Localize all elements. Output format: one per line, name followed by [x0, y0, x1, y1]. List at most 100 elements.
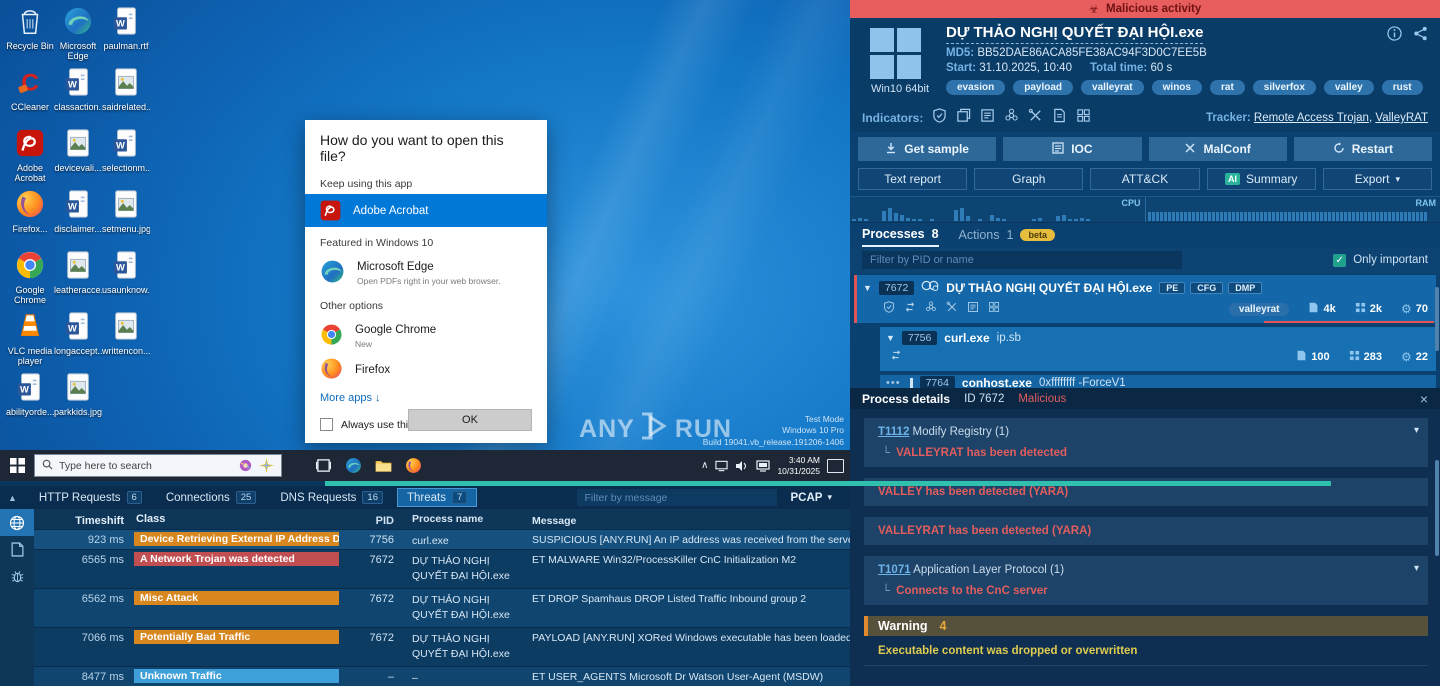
globe-icon[interactable] [0, 509, 34, 536]
technique-link[interactable]: T1071 [878, 564, 911, 576]
desktop-icon-disclaimer[interactable]: Wdisclaimer... [54, 187, 102, 248]
pcap-button[interactable]: PCAP▾ [781, 492, 842, 504]
desktop-icon-ccleaner[interactable]: CCCleaner [6, 65, 54, 126]
app-option-firefox[interactable]: Firefox [305, 353, 547, 384]
table-row[interactable]: 6565 msA Network Trojan was detected7672… [34, 549, 850, 588]
events-counter[interactable]: ⚙22 [1401, 350, 1428, 364]
tools-icon[interactable] [946, 300, 958, 318]
files-counter[interactable]: 100 [1296, 350, 1329, 364]
process-tag-valleyrat[interactable]: valleyrat [1229, 303, 1290, 316]
expand-caret-icon[interactable]: ▾ [1414, 563, 1419, 574]
tag-payload[interactable]: payload [1013, 80, 1073, 95]
tracker-link-valleyrat[interactable]: ValleyRAT [1375, 112, 1428, 124]
events-counter[interactable]: ⚙70 [1401, 302, 1428, 316]
tag-valleyrat[interactable]: valleyrat [1081, 80, 1144, 95]
info-icon[interactable] [1387, 26, 1402, 46]
malconf-button[interactable]: MalConf [1149, 137, 1287, 161]
text-report-button[interactable]: Text report [858, 168, 967, 190]
report-icon[interactable] [980, 108, 995, 128]
ioc-button[interactable]: IOC [1003, 137, 1141, 161]
md5-value[interactable]: BB52DAE86ACA85FE38AC94F3D0C7EE5B [977, 47, 1207, 59]
details-scrollbar[interactable] [1435, 460, 1439, 556]
tab-dns-requests[interactable]: DNS Requests16 [270, 488, 393, 507]
desktop-icon-devicevali[interactable]: devicevali... [54, 126, 102, 187]
biohazard-icon[interactable] [925, 300, 937, 318]
tray-expand-icon[interactable]: ∧ [701, 460, 708, 471]
desktop-icon-adobe-acrobat[interactable]: Adobe Acrobat [6, 126, 54, 187]
summary-button[interactable]: AISummary [1207, 168, 1316, 190]
tag-evasion[interactable]: evasion [946, 80, 1005, 95]
collapse-caret-icon[interactable]: ▼ [886, 333, 895, 343]
more-apps-link[interactable]: More apps ↓ [305, 384, 547, 408]
grid-icon[interactable] [1076, 108, 1091, 128]
tray-network-icon[interactable] [756, 460, 770, 472]
tray-speaker-icon[interactable] [735, 460, 749, 472]
tag-winos[interactable]: winos [1152, 80, 1202, 95]
action-center-button[interactable] [827, 459, 844, 473]
process-row-7756[interactable]: ▼ 7756 curl.exe ip.sb 100283⚙22 [880, 327, 1436, 371]
desktop-icon-leatheracce[interactable]: leatheracce... [54, 248, 102, 309]
taskbar-edge-button[interactable] [338, 450, 368, 481]
checkbox-checked-icon[interactable]: ✓ [1333, 254, 1346, 267]
taskbar-firefox-button[interactable] [398, 450, 428, 481]
desktop-icon-usaunknow[interactable]: Wusaunknow... [102, 248, 150, 309]
technique-t1071[interactable]: T1071 Application Layer Protocol (1)▾└Co… [864, 556, 1428, 605]
table-row[interactable]: 8477 msUnknown Traffic––ET USER_AGENTS M… [34, 666, 850, 686]
task-view-button[interactable] [308, 450, 338, 481]
only-important-toggle[interactable]: ✓ Only important [1333, 254, 1428, 267]
desktop-icon-saidrelated[interactable]: saidrelated... [102, 65, 150, 126]
detection-item[interactable]: VALLEYRAT has been detected (YARA) [864, 517, 1428, 545]
desktop-icon-parkkids-jpg[interactable]: parkkids.jpg [54, 370, 102, 431]
close-icon[interactable]: × [1420, 391, 1428, 407]
report-icon[interactable] [967, 300, 979, 318]
warning-section-header[interactable]: Warning 4 [864, 616, 1428, 636]
app-option-microsoft-edge[interactable]: Microsoft Edge Open PDFs right in your w… [305, 253, 547, 290]
restart-button[interactable]: Restart [1294, 137, 1432, 161]
tray-display-icon[interactable] [715, 460, 728, 472]
desktop-icon-selectionm[interactable]: Wselectionm... [102, 126, 150, 187]
desktop-icon-abilityorde[interactable]: Wabilityorde... [6, 370, 54, 431]
start-button[interactable] [0, 450, 34, 481]
badge-cfg[interactable]: CFG [1190, 282, 1223, 294]
file-icon[interactable] [0, 536, 34, 563]
table-row[interactable]: 6562 msMisc Attack7672DỰ THẢO NGHỊ QUYẾT… [34, 588, 850, 627]
ok-button[interactable]: OK [408, 409, 532, 431]
shield-icon[interactable] [932, 108, 947, 128]
vm-desktop[interactable]: Recycle BinMicrosoft EdgeWpaulman.rtfCCC… [0, 0, 850, 450]
table-row[interactable]: 923 msDevice Retrieving External IP Addr… [34, 529, 850, 549]
taskbar-search-input[interactable]: Type here to search [34, 454, 282, 477]
biohazard-icon[interactable] [1004, 108, 1019, 128]
app-option-adobe-acrobat[interactable]: Adobe Acrobat [305, 194, 547, 227]
table-row[interactable]: 7066 msPotentially Bad Traffic7672DỰ THẢ… [34, 627, 850, 666]
tracker-link-rat[interactable]: Remote Access Trojan [1254, 112, 1369, 124]
tag-rat[interactable]: rat [1210, 80, 1245, 95]
swap-icon[interactable] [890, 348, 902, 366]
get-sample-button[interactable]: Get sample [858, 137, 996, 161]
tools-icon[interactable] [1028, 108, 1043, 128]
badge-pe[interactable]: PE [1159, 282, 1185, 294]
process-row-7672[interactable]: ▼ 7672 DỰ THẢO NGHỊ QUYẾT ĐẠI HỘI.exe PE… [854, 275, 1436, 323]
tag-rust[interactable]: rust [1382, 80, 1423, 95]
sample-file-name[interactable]: DỰ THẢO NGHỊ QUYẾT ĐẠI HỘI.exe [946, 24, 1203, 44]
desktop-icon-classaction[interactable]: Wclassaction... [54, 65, 102, 126]
tab-connections[interactable]: Connections25 [156, 488, 267, 507]
bug-icon[interactable] [0, 563, 34, 590]
desktop-icon-longaccept[interactable]: Wlongaccept... [54, 309, 102, 370]
collapse-panel-icon[interactable]: ▲ [8, 493, 17, 503]
modules-counter[interactable]: 283 [1349, 350, 1382, 364]
desktop-icon-vlc-media-player[interactable]: VLC media player [6, 309, 54, 370]
copy-icon[interactable] [956, 108, 971, 128]
desktop-icon-setmenu-jpg[interactable]: setmenu.jpg [102, 187, 150, 248]
tab-threats[interactable]: Threats7 [397, 488, 477, 507]
share-icon[interactable] [1413, 26, 1428, 46]
desktop-icon-microsoft-edge[interactable]: Microsoft Edge [54, 4, 102, 65]
technique-link[interactable]: T1112 [878, 426, 909, 438]
checkbox-box[interactable] [320, 418, 333, 431]
technique-t1112[interactable]: T1112 Modify Registry (1)▾└VALLEYRAT has… [864, 418, 1428, 467]
tag-valley[interactable]: valley [1324, 80, 1374, 95]
pid-filter-input[interactable] [862, 251, 1182, 269]
att-ck-button[interactable]: ATT&CK [1090, 168, 1199, 190]
badge-dmp[interactable]: DMP [1228, 282, 1262, 294]
desktop-icon-paulman-rtf[interactable]: Wpaulman.rtf [102, 4, 150, 65]
desktop-icon-writtencon[interactable]: writtencon... [102, 309, 150, 370]
